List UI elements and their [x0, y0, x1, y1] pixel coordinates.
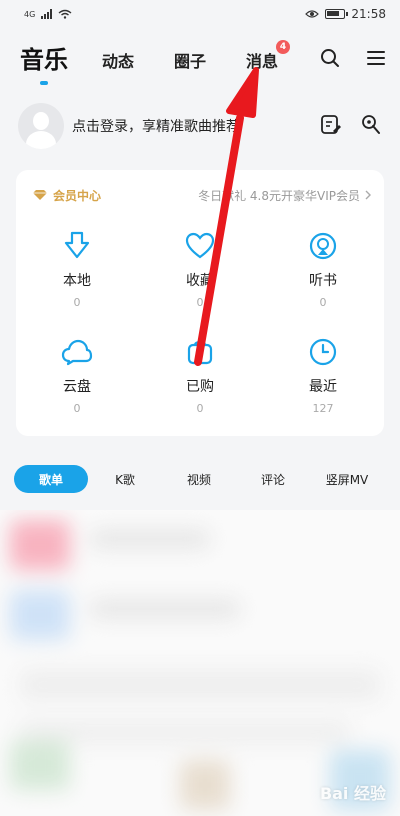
tab-videos[interactable]: 视频	[162, 465, 236, 493]
member-item-local[interactable]: 本地 0	[22, 230, 132, 309]
content-tabs: 歌单 K歌 视频 评论 竖屏MV	[14, 464, 386, 494]
vip-promo[interactable]: 冬日献礼 4.8元开豪华VIP会员	[198, 187, 372, 204]
tab-music[interactable]: 音乐	[20, 40, 68, 85]
login-row[interactable]: 点击登录，享精准歌曲推荐	[18, 102, 382, 150]
tab-comments[interactable]: 评论	[236, 465, 310, 493]
status-bar: 4G 21:58	[0, 0, 400, 28]
tab-playlists[interactable]: 歌单	[14, 465, 88, 493]
member-item-label: 听书	[309, 273, 337, 289]
member-item-label: 云盘	[63, 379, 91, 395]
member-item-count: 0	[73, 296, 81, 309]
search-button[interactable]	[318, 46, 342, 70]
status-left: 4G	[24, 9, 72, 19]
signal-icon	[41, 9, 53, 19]
member-item-purchased[interactable]: 已购 0	[145, 336, 255, 415]
voice-mic-icon[interactable]	[360, 114, 382, 136]
tab-vertical-mv[interactable]: 竖屏MV	[310, 465, 384, 493]
diamond-icon	[33, 190, 47, 200]
audiobook-icon	[309, 232, 337, 260]
login-actions	[320, 114, 382, 136]
member-card: 会员中心 冬日献礼 4.8元开豪华VIP会员 本地 0 收藏 0 听书 0 云盘…	[16, 170, 384, 436]
chevron-right-icon	[365, 190, 371, 200]
member-card-header[interactable]: 会员中心 冬日献礼 4.8元开豪华VIP会员	[32, 186, 372, 204]
login-prompt[interactable]: 点击登录，享精准歌曲推荐	[72, 116, 240, 136]
member-item-cloud[interactable]: 云盘 0	[22, 336, 132, 415]
member-item-label: 本地	[63, 273, 91, 289]
edit-note-icon[interactable]	[320, 114, 342, 136]
cloud-icon	[61, 339, 93, 366]
member-item-count: 0	[319, 296, 327, 309]
search-icon	[321, 49, 339, 67]
network-type: 4G	[24, 9, 36, 19]
avatar[interactable]	[18, 103, 64, 149]
status-right: 21:58	[305, 7, 386, 21]
battery-icon	[325, 9, 349, 19]
member-center-title[interactable]: 会员中心	[32, 187, 101, 204]
vip-promo-text: 冬日献礼 4.8元开豪华VIP会员	[198, 188, 360, 203]
blurred-content-list: Bai 经验	[0, 510, 400, 816]
eye-icon	[305, 10, 320, 18]
clock-icon	[309, 338, 337, 366]
member-item-count: 0	[196, 296, 204, 309]
member-item-count: 127	[312, 402, 334, 415]
tab-messages[interactable]: 消息 4	[246, 40, 291, 72]
status-time: 21:58	[351, 7, 386, 21]
wifi-icon	[58, 9, 72, 19]
heart-icon	[185, 232, 215, 259]
member-center-label: 会员中心	[53, 188, 102, 203]
tab-karaoke[interactable]: K歌	[88, 465, 162, 493]
member-item-label: 已购	[186, 379, 214, 395]
top-nav: 音乐 动态 圈子 消息 4	[0, 36, 400, 85]
member-item-label: 收藏	[186, 273, 214, 289]
member-item-label: 最近	[309, 379, 337, 395]
member-item-audiobook[interactable]: 听书 0	[268, 230, 378, 309]
active-tab-indicator	[40, 81, 48, 85]
tab-music-label: 音乐	[20, 46, 68, 74]
tab-circle[interactable]: 圈子	[174, 48, 206, 72]
menu-button[interactable]	[364, 46, 388, 70]
tab-feed[interactable]: 动态	[102, 48, 134, 72]
message-badge: 4	[276, 40, 291, 54]
watermark: Bai 经验	[319, 784, 386, 803]
menu-icon	[367, 51, 385, 65]
member-item-recent[interactable]: 最近 127	[268, 336, 378, 415]
member-item-favorites[interactable]: 收藏 0	[145, 230, 255, 309]
purchased-bag-icon	[187, 340, 213, 365]
member-item-count: 0	[196, 402, 204, 415]
member-item-count: 0	[73, 402, 81, 415]
download-icon	[64, 231, 90, 259]
tab-messages-label: 消息	[246, 52, 279, 71]
